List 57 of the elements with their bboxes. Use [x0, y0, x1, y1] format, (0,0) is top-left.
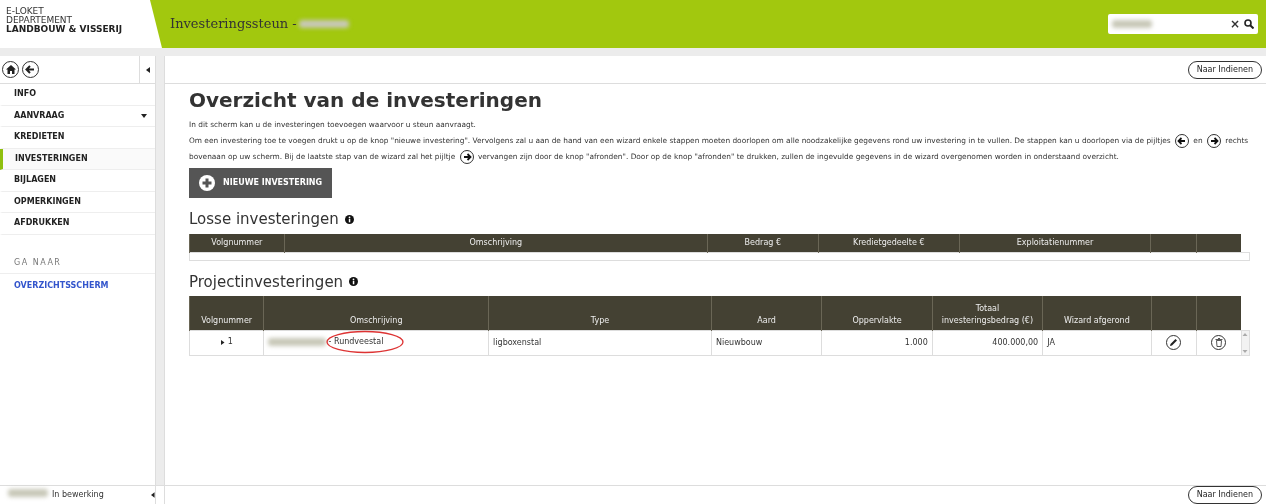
delete-button[interactable]	[1211, 334, 1227, 350]
table-cell: 1	[227, 336, 233, 349]
collapse-icon[interactable]	[145, 66, 150, 73]
column-header: Oppervlakte	[821, 296, 933, 330]
logo-text: LANDBOUW & VISSERIJ	[6, 25, 124, 34]
logo-text: DEPARTEMENT	[6, 16, 74, 25]
sidebar-item[interactable]: OPMERKINGEN	[0, 191, 155, 213]
column-header: Volgnummer	[189, 233, 285, 252]
sidebar-item[interactable]: KREDIETEN	[0, 127, 155, 149]
column-header: Bedrag €	[707, 233, 819, 252]
table-cell: 400.000,00	[992, 337, 1039, 347]
column-header: Kredietgedeelte €	[818, 233, 960, 252]
column-header: Aard	[711, 296, 822, 330]
table-cell: 1.000	[904, 337, 928, 347]
column-header: Volgnummer	[189, 296, 264, 330]
table-cell: - Rundveestal	[328, 336, 384, 346]
info-icon[interactable]	[349, 277, 359, 287]
page-title: Investeringssteun -	[170, 15, 297, 34]
info-icon[interactable]	[344, 214, 354, 224]
sidebar-item[interactable]: INFO	[0, 84, 155, 106]
search-field[interactable]: ×	[1108, 14, 1258, 34]
sidebar-item[interactable]: BIJLAGEN	[0, 170, 155, 192]
collapse-icon[interactable]	[151, 492, 155, 498]
logo-text: E-LOKET	[6, 7, 45, 16]
table-cell: Nieuwbouw	[715, 337, 763, 347]
pencil-icon	[1169, 337, 1179, 347]
submit-button[interactable]: Naar Indienen	[1187, 486, 1262, 504]
sidebar-item[interactable]: AANVRAAG	[0, 105, 155, 127]
home-icon	[5, 65, 16, 74]
table-cell: JA	[1047, 337, 1055, 347]
sidebar-item[interactable]: AFDRUKKEN	[0, 213, 155, 235]
section-title: Projectinvesteringen	[189, 271, 344, 293]
add-investment-button[interactable]: NIEUWE INVESTERING	[189, 168, 333, 198]
column-header: Totaal investeringsbedrag (€)	[932, 296, 1043, 330]
trash-icon	[1214, 337, 1223, 347]
expand-icon[interactable]	[220, 339, 226, 345]
status-text: In bewerking	[52, 489, 105, 501]
scrollbar-drawing[interactable]	[1241, 331, 1248, 354]
overview-link[interactable]: OVERZICHTSSCHERM	[0, 273, 109, 292]
column-header: Omschrijving	[284, 233, 708, 252]
page-heading: Overzicht van de investeringen	[189, 88, 543, 112]
left-arrow-icon	[25, 65, 35, 74]
submit-button[interactable]: Naar Indienen	[1187, 60, 1262, 79]
clear-button[interactable]: ×	[1229, 15, 1240, 33]
column-header: Omschrijving	[263, 296, 489, 330]
search-icon[interactable]	[1244, 19, 1254, 29]
plus-icon	[199, 175, 215, 191]
table-cell: ligboxenstal	[493, 337, 542, 347]
section-heading: GA NAAR	[0, 234, 155, 274]
edit-button[interactable]	[1166, 334, 1182, 350]
column-header: Wizard afgerond	[1042, 296, 1152, 330]
column-header: Type	[488, 296, 712, 330]
sidebar-item[interactable]: INVESTERINGEN	[0, 148, 155, 170]
back-button[interactable]	[21, 61, 39, 78]
section-title: Losse investeringen	[189, 209, 339, 230]
home-button[interactable]	[2, 61, 20, 78]
column-header: Exploitatienummer	[959, 233, 1151, 252]
